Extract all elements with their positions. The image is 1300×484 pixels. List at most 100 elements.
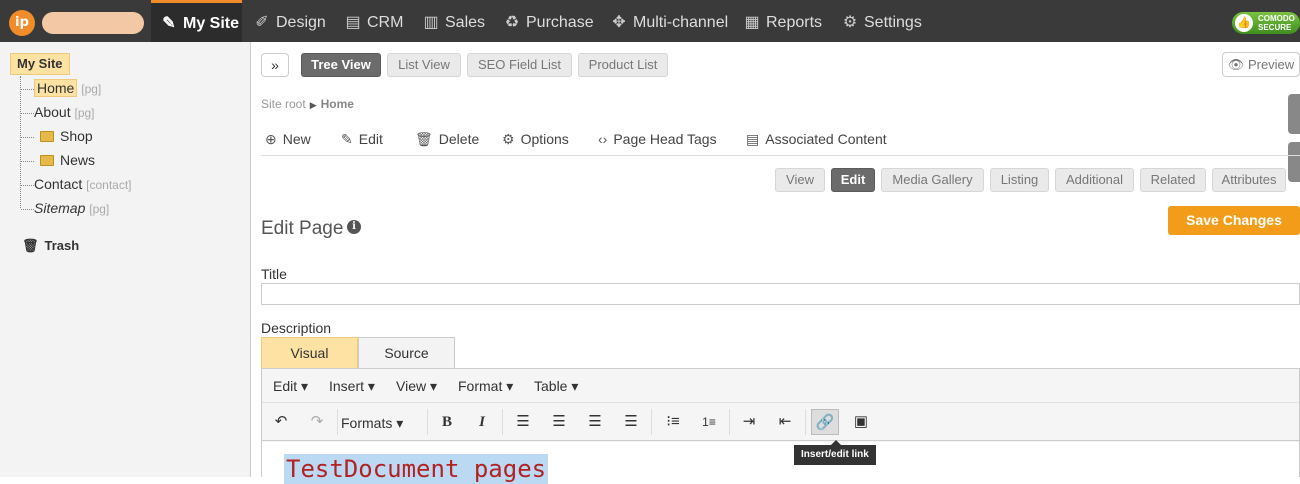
insert-image-button[interactable]: ▣ bbox=[847, 409, 875, 435]
align-left-button[interactable]: ☰ bbox=[509, 409, 537, 435]
tree-node-home[interactable]: Home [pg] bbox=[21, 77, 101, 99]
info-icon[interactable]: i bbox=[347, 220, 361, 234]
preview-button[interactable]: 👁 Preview bbox=[1222, 52, 1300, 77]
tab-view[interactable]: View bbox=[775, 168, 825, 192]
title-label: Title bbox=[261, 266, 287, 282]
nav-settings[interactable]: ⚙ Settings bbox=[840, 0, 922, 42]
rich-text-editor: Edit ▾ Insert ▾ View ▾ Format ▾ Table ▾ … bbox=[261, 368, 1300, 484]
caret-down-icon: ▾ bbox=[506, 378, 514, 394]
outdent-button[interactable]: ⇤ bbox=[771, 409, 799, 435]
options-button[interactable]: ⚙ Options bbox=[502, 131, 569, 148]
tab-listing[interactable]: Listing bbox=[990, 168, 1049, 192]
redo-button[interactable]: ↷ bbox=[303, 409, 331, 435]
align-right-icon: ☰ bbox=[588, 413, 602, 430]
nav-reports[interactable]: ▦ Reports bbox=[742, 0, 822, 42]
align-right-button[interactable]: ☰ bbox=[581, 409, 609, 435]
nav-my-site[interactable]: ✎ My Site bbox=[151, 0, 242, 42]
outdent-icon: ⇤ bbox=[778, 413, 792, 430]
menu-insert[interactable]: Insert ▾ bbox=[329, 378, 375, 395]
nav-multi-channel[interactable]: ✥ Multi-channel bbox=[609, 0, 728, 42]
site-edit-icon: ✎ bbox=[162, 15, 176, 32]
indent-button[interactable]: ⇥ bbox=[735, 409, 763, 435]
editor-toolbar: ↶ ↷ Formats ▾ B I ☰ ☰ ☰ ☰ ⁝≡ 1≡ ⇥ ⇤ 🔗 ▣ bbox=[262, 403, 1299, 441]
tab-tree-view[interactable]: Tree View bbox=[301, 53, 381, 77]
main-panel: » Tree View List View SEO Field List Pro… bbox=[252, 42, 1300, 484]
tree-node-sitemap[interactable]: Sitemap [pg] bbox=[21, 197, 109, 219]
tab-seo-field-list[interactable]: SEO Field List bbox=[467, 53, 572, 77]
tab-media-gallery[interactable]: Media Gallery bbox=[881, 168, 984, 192]
content-icon: ▤ bbox=[746, 131, 760, 147]
double-chevron-right-icon: » bbox=[271, 57, 279, 73]
tab-source[interactable]: Source bbox=[358, 337, 455, 369]
page-title: Edit Page bbox=[261, 218, 344, 239]
italic-button[interactable]: I bbox=[468, 409, 496, 435]
menu-table[interactable]: Table ▾ bbox=[534, 378, 578, 395]
pencil-icon: ✎ bbox=[341, 131, 353, 147]
breadcrumb-root[interactable]: Site root bbox=[261, 97, 306, 111]
tab-related[interactable]: Related bbox=[1140, 168, 1206, 192]
trash-link[interactable]: 🗑 Trash bbox=[22, 238, 79, 254]
menu-view[interactable]: View ▾ bbox=[396, 378, 437, 395]
tab-product-list[interactable]: Product List bbox=[578, 53, 668, 77]
delete-button[interactable]: 🗑 Delete bbox=[415, 131, 479, 148]
bullet-list-icon: ⁝≡ bbox=[666, 413, 680, 430]
nav-sales[interactable]: ▥ Sales bbox=[421, 0, 485, 42]
trash-icon: 🗑 bbox=[22, 238, 39, 253]
nav-purchase[interactable]: ♻ Purchase bbox=[502, 0, 594, 42]
tab-list-view[interactable]: List View bbox=[387, 53, 461, 77]
gear-icon: ⚙ bbox=[842, 14, 858, 31]
chart-icon: ▦ bbox=[744, 14, 760, 31]
purchase-icon: ♻ bbox=[504, 14, 520, 31]
formats-dropdown[interactable]: Formats ▾ bbox=[341, 415, 403, 432]
new-button[interactable]: ⊕ New bbox=[265, 131, 311, 148]
align-center-button[interactable]: ☰ bbox=[545, 409, 573, 435]
tree-node-shop[interactable]: Shop bbox=[21, 125, 93, 147]
align-justify-button[interactable]: ☰ bbox=[617, 409, 645, 435]
trash-icon: 🗑 bbox=[415, 131, 433, 147]
page-head-tags-button[interactable]: ‹› Page Head Tags bbox=[598, 131, 717, 147]
bullet-list-button[interactable]: ⁝≡ bbox=[659, 409, 687, 435]
numbered-list-button[interactable]: 1≡ bbox=[695, 409, 723, 435]
link-icon: 🔗 bbox=[815, 414, 835, 431]
plus-circle-icon: ⊕ bbox=[265, 131, 277, 147]
menu-format[interactable]: Format ▾ bbox=[458, 378, 513, 395]
italic-icon: I bbox=[479, 414, 485, 430]
nav-label: CRM bbox=[367, 14, 404, 31]
menu-edit[interactable]: Edit ▾ bbox=[273, 378, 308, 395]
nav-design[interactable]: ✐ Design bbox=[252, 0, 326, 42]
nav-label: My Site bbox=[183, 15, 240, 32]
account-name-pill[interactable] bbox=[42, 12, 144, 34]
eye-icon: 👁 bbox=[1227, 57, 1245, 72]
network-icon: ✥ bbox=[612, 14, 626, 31]
bold-button[interactable]: B bbox=[433, 409, 461, 435]
tree-node-about[interactable]: About [pg] bbox=[21, 101, 95, 123]
tree-node-news[interactable]: News bbox=[21, 149, 95, 171]
expand-sidebar-button[interactable]: » bbox=[261, 53, 289, 77]
redo-icon: ↷ bbox=[310, 413, 324, 430]
tree-node-contact[interactable]: Contact [contact] bbox=[21, 173, 132, 195]
editor-content-area[interactable]: TestDocument pages bbox=[262, 442, 1299, 484]
nav-crm[interactable]: ▤ CRM bbox=[343, 0, 403, 42]
edit-button[interactable]: ✎ Edit bbox=[341, 131, 383, 148]
caret-down-icon: ▾ bbox=[571, 378, 579, 394]
tree-root-my-site[interactable]: My Site bbox=[10, 53, 70, 75]
insert-link-button[interactable]: 🔗 bbox=[811, 409, 839, 435]
tab-visual[interactable]: Visual bbox=[261, 337, 358, 369]
tab-attributes[interactable]: Attributes bbox=[1212, 168, 1286, 192]
gear-icon: ⚙ bbox=[502, 131, 515, 147]
brush-icon: ✐ bbox=[255, 14, 269, 31]
editor-selected-text[interactable]: TestDocument pages bbox=[284, 454, 549, 484]
undo-button[interactable]: ↶ bbox=[267, 409, 295, 435]
title-input[interactable] bbox=[261, 283, 1300, 305]
numbered-list-icon: 1≡ bbox=[702, 415, 716, 429]
code-icon: ‹› bbox=[598, 131, 608, 147]
caret-down-icon: ▾ bbox=[367, 378, 375, 394]
app-logo[interactable]: ip bbox=[9, 10, 35, 36]
bar-people-icon: ▥ bbox=[423, 14, 439, 31]
tab-additional[interactable]: Additional bbox=[1055, 168, 1134, 192]
nav-label: Multi-channel bbox=[633, 14, 729, 31]
site-tree-sidebar: My Site Home [pg] About [pg] Shop News C… bbox=[0, 42, 251, 477]
associated-content-button[interactable]: ▤ Associated Content bbox=[746, 131, 887, 148]
tab-edit[interactable]: Edit bbox=[831, 168, 875, 192]
save-changes-button[interactable]: Save Changes bbox=[1168, 206, 1300, 235]
